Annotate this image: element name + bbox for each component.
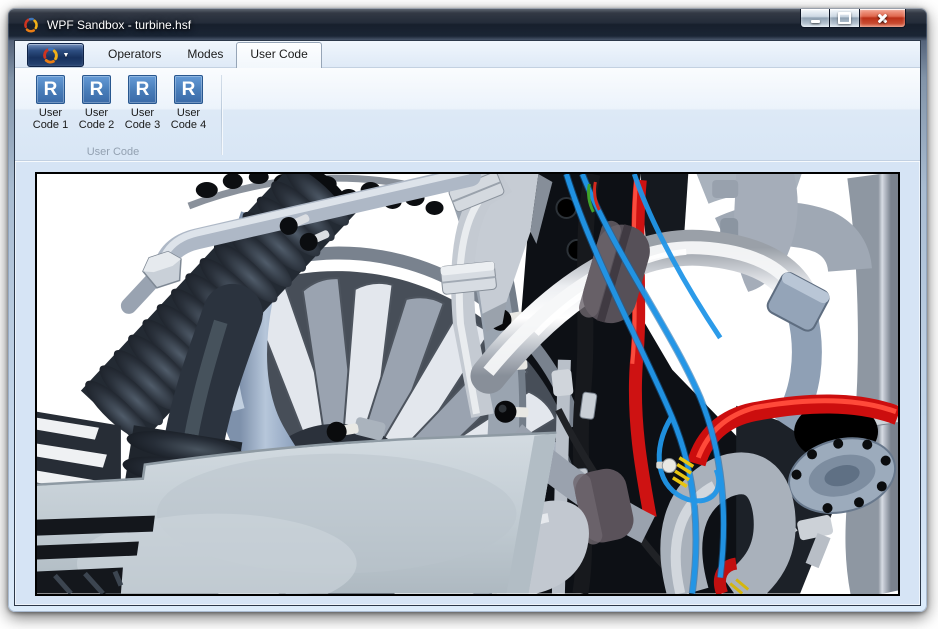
label-line1: User [171,107,206,119]
tab-user-code[interactable]: User Code [236,42,321,68]
close-icon [876,12,889,24]
minimize-icon [811,20,820,23]
label-line2: Code 2 [79,119,114,131]
tab-modes[interactable]: Modes [174,42,236,67]
user-code-1-label: User Code 1 [33,107,68,131]
user-code-4-label: User Code 4 [171,107,206,131]
turbine-render [37,174,898,594]
ribbon-group-separator [221,75,222,155]
user-code-2-label: User Code 2 [79,107,114,131]
titlebar[interactable]: WPF Sandbox - turbine.hsf [8,8,927,41]
user-code-3-icon: R [128,75,157,104]
label-line1: User [79,107,114,119]
viewport-margin [15,161,920,608]
client-area: ▼ Operators Modes User Code R User Code … [15,41,920,605]
user-code-2-icon: R [82,75,111,104]
user-code-1-button[interactable]: R User Code 1 [28,73,73,131]
label-line2: Code 3 [125,119,160,131]
minimize-button[interactable] [800,9,830,28]
user-code-3-label: User Code 3 [125,107,160,131]
ribbon-group-user-code: R User Code 1 R User Code 2 [15,68,222,160]
chevron-down-icon: ▼ [63,52,70,59]
app-menu-swirl-icon [42,47,59,64]
window-title: WPF Sandbox - turbine.hsf [47,18,191,32]
user-code-4-icon: R [174,75,203,104]
app-window: WPF Sandbox - turbine.hsf ▼ Operators M [8,8,927,612]
window-controls [800,9,906,28]
viewport-3d[interactable] [35,172,900,596]
tab-operators[interactable]: Operators [95,42,174,67]
ribbon-group-label: User Code [15,146,211,160]
maximize-button[interactable] [830,9,860,28]
user-code-1-icon: R [36,75,65,104]
label-line2: Code 4 [171,119,206,131]
ribbon-tab-strip: ▼ Operators Modes User Code [15,41,920,67]
ribbon-group-buttons: R User Code 1 R User Code 2 [15,73,222,131]
user-code-4-button[interactable]: R User Code 4 [166,73,211,131]
ribbon-body: R User Code 1 R User Code 2 [15,67,920,161]
label-line1: User [125,107,160,119]
user-code-3-button[interactable]: R User Code 3 [120,73,165,131]
maximize-icon [838,12,851,24]
app-logo-icon [23,17,39,33]
label-line1: User [33,107,68,119]
close-button[interactable] [860,9,906,28]
application-menu-button[interactable]: ▼ [27,43,84,67]
label-line2: Code 1 [33,119,68,131]
user-code-2-button[interactable]: R User Code 2 [74,73,119,131]
